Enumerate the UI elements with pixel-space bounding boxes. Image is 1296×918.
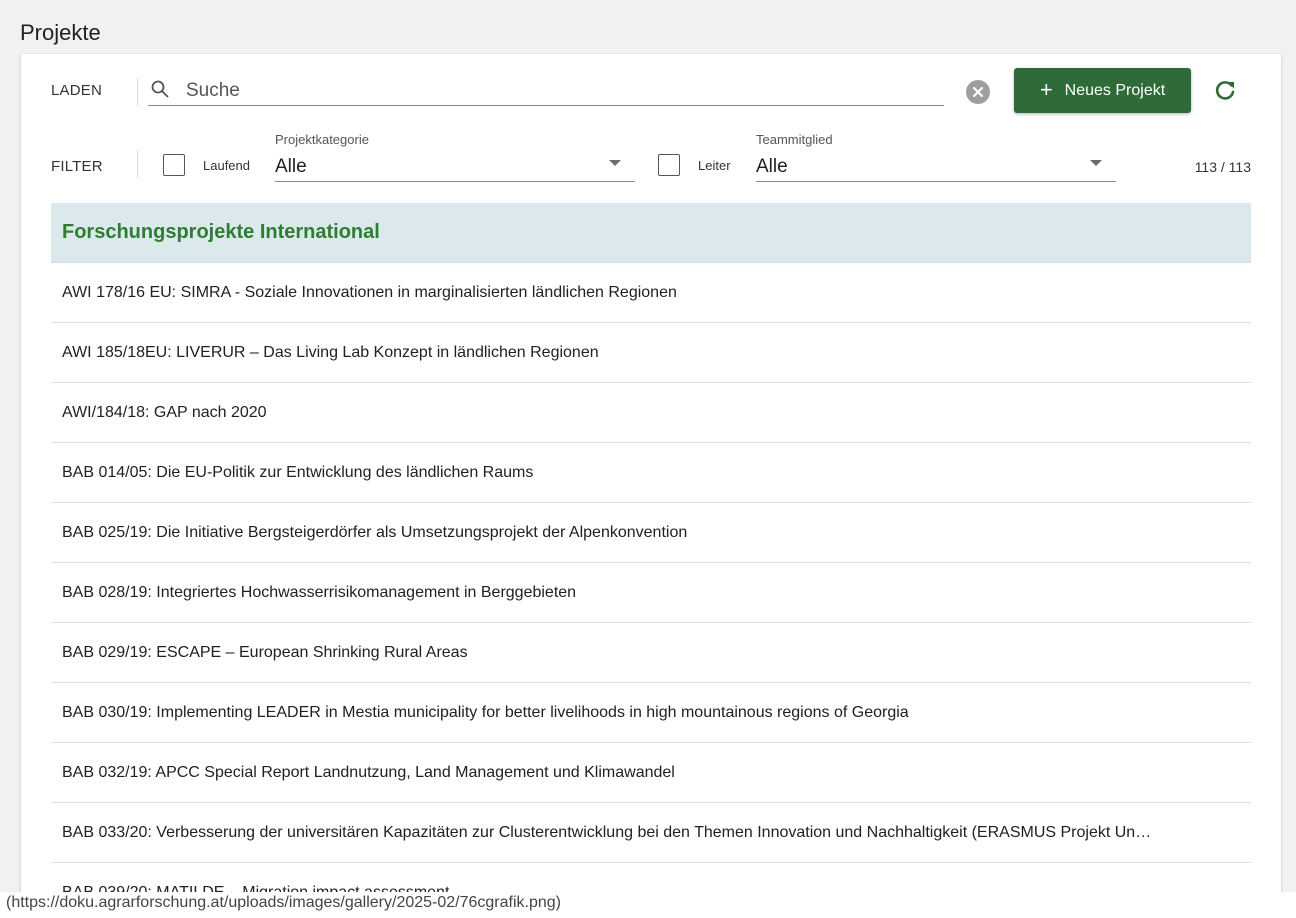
list-item-label: BAB 030/19: Implementing LEADER in Mesti…: [62, 703, 909, 721]
list-item[interactable]: AWI/184/18: GAP nach 2020: [51, 383, 1251, 443]
laufend-checkbox[interactable]: [163, 154, 185, 176]
team-value: Alle: [756, 156, 788, 177]
chevron-down-icon: [609, 160, 621, 166]
result-count: 113 / 113: [1194, 159, 1251, 175]
filter-toolbar: FILTER Laufend Projektkategorie Alle Lei…: [21, 132, 1281, 184]
kategorie-value: Alle: [275, 156, 307, 177]
source-caption: (https://doku.agrarforschung.at/uploads/…: [6, 894, 561, 911]
list-item[interactable]: AWI 178/16 EU: SIMRA - Soziale Innovatio…: [51, 263, 1251, 323]
search-icon: [151, 80, 169, 98]
search-field[interactable]: [148, 74, 944, 106]
page-title: Projekte: [20, 20, 101, 45]
list-item[interactable]: AWI 185/18EU: LIVERUR – Das Living Lab K…: [51, 323, 1251, 383]
kategorie-caption: Projektkategorie: [275, 132, 369, 147]
list-item[interactable]: BAB 028/19: Integriertes Hochwasserrisik…: [51, 563, 1251, 623]
list-item-label: BAB 028/19: Integriertes Hochwasserrisik…: [62, 583, 577, 601]
list-item[interactable]: BAB 039/20: MATILDE – Migration impact a…: [51, 863, 1251, 893]
filter-label: FILTER: [51, 158, 103, 175]
list-item[interactable]: BAB 025/19: Die Initiative Bergsteigerdö…: [51, 503, 1251, 563]
load-toolbar: LADEN + Neues Projekt: [21, 68, 1281, 114]
list-item-label: BAB 032/19: APCC Special Report Landnutz…: [62, 763, 675, 781]
plus-icon: +: [1039, 76, 1053, 102]
list-item-label: BAB 014/05: Die EU-Politik zur Entwicklu…: [62, 463, 534, 481]
list-item[interactable]: BAB 030/19: Implementing LEADER in Mesti…: [51, 683, 1251, 743]
laufend-label: Laufend: [203, 158, 250, 173]
list-item-label: AWI/184/18: GAP nach 2020: [62, 403, 267, 421]
clear-circle-icon: [972, 86, 984, 98]
list-item[interactable]: BAB 033/20: Verbesserung der universitär…: [51, 803, 1251, 863]
list-item-label: BAB 039/20: MATILDE – Migration impact a…: [62, 883, 450, 893]
group-title: Forschungsprojekte International: [62, 221, 380, 243]
divider: [137, 78, 138, 106]
list-item-label: AWI 185/18EU: LIVERUR – Das Living Lab K…: [62, 343, 599, 361]
load-label: LADEN: [51, 82, 103, 99]
project-list: Forschungsprojekte International AWI 178…: [51, 203, 1251, 892]
leiter-checkbox[interactable]: [658, 154, 680, 176]
list-item-label: BAB 029/19: ESCAPE – European Shrinking …: [62, 643, 468, 661]
team-caption: Teammitglied: [756, 132, 833, 147]
list-item[interactable]: BAB 014/05: Die EU-Politik zur Entwicklu…: [51, 443, 1251, 503]
clear-search-button[interactable]: [966, 80, 990, 104]
app-window: Projekte LADEN + Neues Projek: [0, 0, 1296, 892]
kategorie-select[interactable]: Projektkategorie Alle: [275, 132, 635, 182]
team-select[interactable]: Teammitglied Alle: [756, 132, 1116, 182]
list-item-label: BAB 025/19: Die Initiative Bergsteigerdö…: [62, 523, 688, 541]
list-item-label: AWI 178/16 EU: SIMRA - Soziale Innovatio…: [62, 283, 677, 301]
divider: [137, 150, 138, 178]
list-item[interactable]: BAB 029/19: ESCAPE – European Shrinking …: [51, 623, 1251, 683]
chevron-down-icon: [1090, 160, 1102, 166]
leiter-label: Leiter: [698, 158, 731, 173]
new-project-button[interactable]: + Neues Projekt: [1014, 68, 1191, 113]
list-item[interactable]: BAB 032/19: APCC Special Report Landnutz…: [51, 743, 1251, 803]
new-project-label: Neues Projekt: [1064, 81, 1166, 99]
refresh-icon[interactable]: [1212, 78, 1238, 104]
list-item-label: BAB 033/20: Verbesserung der universitär…: [62, 823, 1152, 841]
projects-card: LADEN + Neues Projekt: [21, 54, 1281, 892]
search-input[interactable]: [186, 78, 926, 104]
group-header[interactable]: Forschungsprojekte International: [51, 203, 1251, 263]
